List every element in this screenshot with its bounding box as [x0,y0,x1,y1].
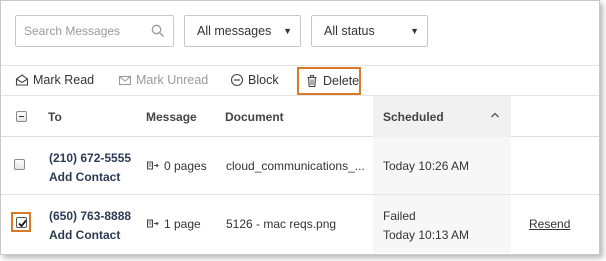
row-checkbox[interactable] [16,217,27,228]
status-filter-select[interactable]: All status ▼ [311,15,428,47]
search-icon[interactable] [151,24,165,38]
caret-down-icon: ▼ [410,26,419,36]
page-count: 0 pages [164,159,207,173]
table-header: To Message Document Scheduled [1,95,599,137]
message-list-panel: All messages ▼ All status ▼ Mark Read [0,0,600,255]
search-box[interactable] [15,15,174,47]
resend-link[interactable]: Resend [529,217,570,231]
mark-read-button[interactable]: Mark Read [15,73,94,87]
envelope-icon [118,73,132,87]
column-header-to: To [48,110,62,124]
filter-bar: All messages ▼ All status ▼ [15,15,428,47]
status-filter-value: All status [324,24,375,38]
fax-pages-icon [147,160,159,170]
fax-pages-icon [147,218,159,228]
caret-down-icon: ▼ [283,26,292,36]
table-row[interactable]: (210) 672-5555 Add Contact 0 pages cloud… [1,137,599,195]
action-toolbar: Mark Read Mark Unread Block Delete [1,65,599,95]
message-pages-cell: 1 page [147,217,201,231]
phone-number: (210) 672-5555 [49,151,132,165]
chevron-up-icon[interactable] [489,109,501,124]
scheduled-time: Today 10:26 AM [383,159,470,173]
block-button[interactable]: Block [230,73,279,87]
add-contact-link[interactable]: Add Contact [49,228,131,242]
scheduled-time: Today 10:13 AM [383,228,470,242]
document-name[interactable]: 5126 - mac reqs.png [226,217,336,231]
messages-filter-value: All messages [197,24,272,38]
row-checkbox[interactable] [14,159,25,170]
message-pages-cell: 0 pages [147,159,207,173]
delete-label: Delete [323,74,360,88]
block-label: Block [248,73,279,87]
status-text: Failed [383,209,416,223]
phone-number: (650) 763-8888 [49,209,132,223]
delete-button[interactable]: Delete [297,67,361,95]
table-row[interactable]: (650) 763-8888 Add Contact 1 page 5126 -… [1,195,599,253]
block-icon [230,73,244,87]
search-input[interactable] [24,24,151,38]
column-header-document: Document [225,110,284,124]
trash-icon [305,74,319,88]
add-contact-link[interactable]: Add Contact [49,170,131,184]
column-header-scheduled[interactable]: Scheduled [383,110,444,124]
document-name[interactable]: cloud_communications_... [226,159,365,173]
mark-unread-button[interactable]: Mark Unread [118,73,208,87]
column-header-message: Message [146,110,197,124]
select-all-checkbox[interactable] [16,111,27,122]
checkmark-icon [18,219,27,228]
mark-unread-label: Mark Unread [136,73,209,87]
messages-filter-select[interactable]: All messages ▼ [184,15,301,47]
page-count: 1 page [164,217,201,231]
row-checkbox-highlight [11,212,31,232]
mark-read-label: Mark Read [33,73,95,87]
envelope-open-icon [15,73,29,87]
